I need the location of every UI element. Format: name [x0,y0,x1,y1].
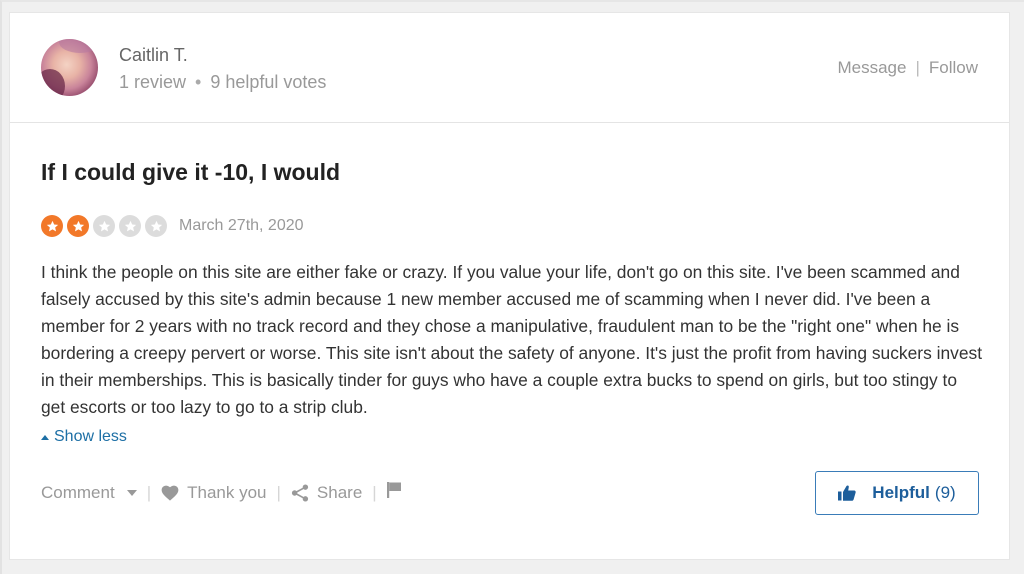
review-date: March 27th, 2020 [179,217,304,234]
thank-you-label: Thank you [187,483,267,502]
divider: | [146,483,152,502]
review-body: I think the people on this site are eith… [41,262,983,418]
comment-button[interactable]: Comment [41,483,137,503]
chevron-down-icon [126,490,137,496]
caret-up-icon [41,434,49,440]
review-title: If I could give it -10, I would [41,159,341,185]
rating-row: March 27th, 2020 [41,215,304,237]
flag-button[interactable] [386,482,402,498]
helpful-label: Helpful [872,483,930,502]
review-actions: Comment | Thank you | Share | [41,482,402,504]
star-filled-icon [41,215,63,237]
show-less-link[interactable]: Show less [41,428,127,446]
star-empty-icon [145,215,167,237]
share-label: Share [316,483,363,502]
avatar[interactable] [41,39,98,96]
comment-label: Comment [41,483,115,502]
share-button[interactable]: Share [291,483,362,503]
flag-icon [386,482,401,498]
heart-icon [161,485,179,501]
divider: | [915,58,920,77]
thank-you-button[interactable]: Thank you [161,483,267,503]
message-link[interactable]: Message [837,58,906,77]
star-empty-icon [93,215,115,237]
share-icon [291,484,309,502]
star-filled-icon [67,215,89,237]
separator-dot: • [195,72,202,92]
show-less-label: Show less [54,428,127,445]
divider: | [372,483,377,502]
reviewer-stats: 1 review • 9 helpful votes [119,72,326,93]
helpful-count: (9) [934,483,956,502]
helpful-votes-count: 9 helpful votes [210,72,327,92]
star-empty-icon [119,215,141,237]
review-count: 1 review [119,72,187,92]
follow-link[interactable]: Follow [929,58,978,77]
reviewer-actions: Message | Follow [837,58,978,78]
reviewer-header: Caitlin T. 1 review • 9 helpful votes Mess… [10,13,1009,123]
reviewer-name[interactable]: Caitlin T. [119,45,188,66]
star-rating [41,215,171,237]
divider: | [276,483,281,502]
thumbs-up-icon [838,485,857,501]
review-card: Caitlin T. 1 review • 9 helpful votes Mess… [9,12,1010,560]
helpful-button[interactable]: Helpful (9) [815,471,979,515]
